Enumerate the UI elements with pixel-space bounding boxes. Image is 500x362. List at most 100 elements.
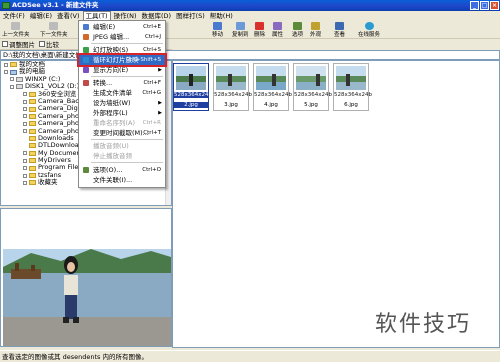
expand-icon[interactable]: [23, 151, 27, 156]
jpeg-icon: [83, 34, 89, 40]
menu-edit[interactable]: 编辑(E): [28, 11, 54, 21]
submenu-arrow-icon: ▶: [158, 100, 162, 106]
thumbnail-item[interactable]: 528x364x24b 4.jpg: [253, 63, 292, 111]
folder-icon: [29, 128, 36, 134]
expand-icon[interactable]: [23, 121, 27, 126]
properties-button[interactable]: 属性: [272, 22, 283, 38]
appearance-button[interactable]: 外观: [310, 22, 321, 38]
folder-icon: [29, 180, 36, 186]
menu-separator: [91, 162, 163, 163]
menu-item-rename-series: 重命名序列(A) Ctrl+R: [93, 119, 161, 127]
preview-pane: [0, 208, 172, 347]
thumbnail-image: [176, 66, 206, 90]
folder-icon: [29, 136, 36, 142]
window-title: ACDSee v3.1 - 新建文件夹: [12, 1, 99, 9]
menu-item-file-association[interactable]: 文件关联(I)...: [79, 175, 165, 185]
delete-icon: [255, 22, 264, 30]
folder-icon: [29, 158, 36, 164]
computer-icon: [10, 69, 17, 75]
back-folder-button[interactable]: 上一文件夹: [2, 22, 30, 38]
thumbnail-image: [296, 66, 326, 90]
folder-icon: [29, 113, 36, 119]
folder-icon: [29, 150, 36, 156]
options-button[interactable]: 选项: [292, 22, 303, 38]
thumbnail-image: [216, 66, 246, 90]
expand-icon[interactable]: [10, 77, 14, 82]
convert-icon: [83, 80, 89, 86]
menu-item-options[interactable]: 选项(O)... Ctrl+O: [79, 165, 165, 175]
copy-icon: [235, 22, 245, 30]
browse-button[interactable]: 调整图片: [2, 39, 35, 49]
menu-file[interactable]: 文件(F): [1, 11, 27, 21]
online-service-button[interactable]: 在线服务: [358, 22, 380, 38]
down-arrow-icon: [49, 22, 59, 30]
menu-item-orientation[interactable]: 显示方向(E) ▶: [79, 65, 165, 75]
expand-icon[interactable]: [23, 114, 27, 119]
expand-icon[interactable]: [4, 62, 8, 67]
loop-icon: [83, 57, 89, 63]
expand-icon[interactable]: [23, 166, 27, 171]
slideshow-icon: [83, 47, 89, 53]
expand-icon[interactable]: [23, 107, 27, 112]
menu-item-external-program[interactable]: 外部程序(L) ▶: [79, 108, 165, 118]
expand-icon[interactable]: [23, 99, 27, 104]
tools-menu: 编辑(E) Ctrl+E JPEG 编辑... Ctrl+J 幻灯放映(S) C…: [77, 20, 167, 188]
delete-button[interactable]: 删除: [254, 22, 265, 38]
expand-icon[interactable]: [23, 92, 27, 97]
folder-icon: [29, 165, 36, 171]
menu-help[interactable]: 帮助(H): [208, 11, 235, 21]
submenu-arrow-icon: ▶: [158, 67, 162, 73]
menu-separator: [91, 43, 163, 44]
menu-separator: [91, 76, 163, 77]
status-bar: 查看选定的图像或其 desendents 内的所有图像。: [0, 350, 500, 362]
menu-item-edit[interactable]: 编辑(E) Ctrl+E: [79, 22, 165, 32]
menu-print[interactable]: 图样打(S): [174, 11, 207, 21]
options-icon: [83, 167, 89, 173]
folder-icon: [29, 99, 36, 105]
menu-item-loop-slideshow[interactable]: 循环幻灯片放映 Ctrl+Shift+S: [77, 53, 167, 67]
thumbnail-item[interactable]: 528x364x24b 6.jpg: [333, 63, 372, 111]
thumbnail-item[interactable]: 528x364x24b 3.jpg: [213, 63, 252, 111]
thumbnail-item[interactable]: 528x364x24b 5.jpg: [293, 63, 332, 111]
menu-item-stop-audio: 停止播放音频: [93, 152, 132, 160]
submenu-arrow-icon: ▶: [158, 110, 162, 116]
menu-item-slideshow[interactable]: 幻灯放映(S) Ctrl+S: [79, 45, 165, 55]
next-folder-button[interactable]: 下一文件夹: [40, 22, 68, 38]
minimize-button[interactable]: _: [470, 1, 479, 10]
browse-icon: [2, 41, 8, 47]
menu-item-convert[interactable]: 转换... Ctrl+F: [79, 78, 165, 88]
compare-button[interactable]: 比较: [39, 39, 59, 49]
edit-icon: [83, 24, 89, 30]
close-button[interactable]: ×: [490, 1, 499, 10]
title-bar: ACDSee v3.1 - 新建文件夹 _ □ ×: [0, 0, 500, 11]
options-icon: [293, 22, 302, 30]
menu-item-jpeg-edit[interactable]: JPEG 编辑... Ctrl+J: [79, 32, 165, 42]
menu-separator: [91, 139, 163, 140]
folder-icon: [29, 121, 36, 127]
copy-to-button[interactable]: 复制到: [232, 22, 249, 38]
menu-bar: 文件(F) 编辑(E) 查看(V) 工具(T) 操作(N) 数据库(D) 图样打…: [0, 11, 500, 21]
menu-item-play-audio: 播放音频(U): [93, 142, 129, 150]
expand-icon[interactable]: [23, 158, 27, 163]
menu-item-change-timestamp[interactable]: 变更时间截取(M)... Ctrl+T: [79, 128, 165, 138]
move-button[interactable]: 移动: [212, 22, 223, 38]
move-icon: [213, 22, 222, 30]
expand-icon[interactable]: [23, 173, 27, 178]
view-button[interactable]: 查看: [334, 22, 345, 38]
expand-icon[interactable]: [23, 180, 27, 185]
thumbnail-item[interactable]: 528x364x24b 2.jpg: [173, 63, 212, 111]
expand-icon[interactable]: [23, 129, 27, 134]
globe-icon: [364, 22, 374, 30]
collapse-icon[interactable]: [10, 84, 14, 89]
appearance-icon: [311, 22, 320, 30]
drive-icon: [16, 76, 23, 82]
menu-item-set-wallpaper[interactable]: 设为墙纸(W) ▶: [79, 98, 165, 108]
folder-icon: [29, 106, 36, 112]
collapse-icon[interactable]: [4, 70, 8, 75]
menu-item-file-list[interactable]: 生成文件清单 Ctrl+G: [79, 88, 165, 98]
watermark: 软件技巧: [348, 305, 498, 345]
folder-icon: [29, 143, 36, 149]
address-bar[interactable]: D:\我的文档\桌面\新建文件夹: [0, 50, 500, 60]
maximize-button[interactable]: □: [480, 1, 489, 10]
main-toolbar: 上一文件夹 下一文件夹 移动 复制到 删除 属性 选项 外观 查看 在线服务: [0, 21, 500, 39]
